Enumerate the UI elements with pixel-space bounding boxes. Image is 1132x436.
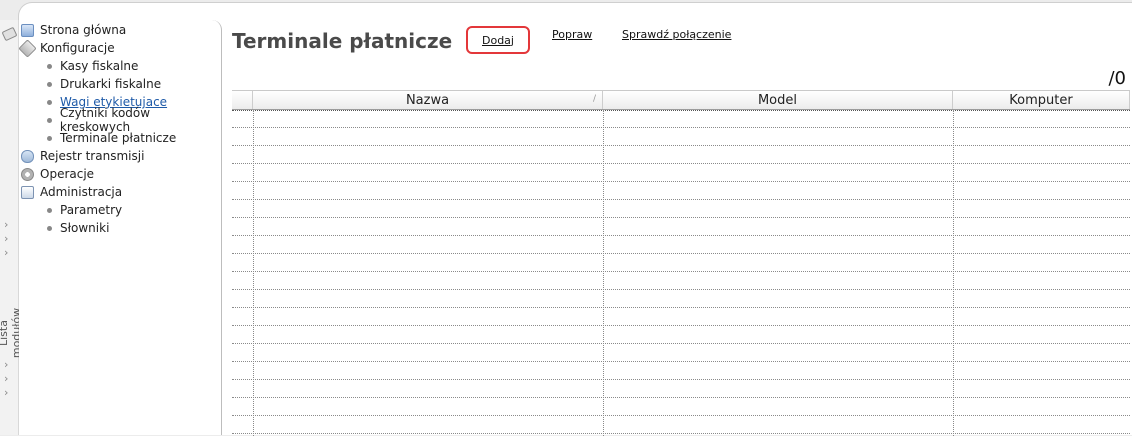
chevron-right-icon: › — [4, 218, 9, 231]
bullet-icon — [47, 225, 52, 231]
table-row[interactable] — [232, 128, 1130, 146]
record-counter: /0 — [1108, 68, 1126, 89]
nav-item-operacje[interactable]: Operacje — [21, 165, 94, 183]
nav-item-administracja[interactable]: Administracja — [21, 183, 122, 201]
table-row[interactable] — [232, 110, 1130, 128]
pin-icon[interactable] — [1, 26, 18, 42]
nav-item-label: Administracja — [40, 185, 123, 199]
nav-subitem-label: Terminale płatnicze — [60, 131, 177, 145]
chevron-right-icon: › — [4, 358, 9, 371]
table-row[interactable] — [232, 344, 1130, 362]
table-row[interactable] — [232, 380, 1130, 398]
table-row[interactable] — [232, 254, 1130, 272]
register-icon — [21, 149, 34, 163]
gear-icon — [21, 167, 34, 181]
page-title: Terminale płatnicze — [232, 29, 453, 53]
nav-subitem-drukarki-fiskalne[interactable]: Drukarki fiskalne — [47, 75, 161, 93]
settings-icon — [18, 38, 37, 58]
table-row[interactable] — [232, 308, 1130, 326]
nav-subitem-label: Drukarki fiskalne — [60, 77, 162, 91]
modules-side-strip[interactable]: › › › Lista modułów › › › — [0, 20, 23, 435]
bullet-icon — [47, 207, 52, 213]
nav-item-label: Rejestr transmisji — [40, 149, 145, 163]
table-row[interactable] — [232, 146, 1130, 164]
table-row[interactable] — [232, 398, 1130, 416]
table-row[interactable] — [232, 218, 1130, 236]
bullet-icon — [47, 135, 52, 141]
sort-icon: / — [592, 94, 596, 104]
nav-subitem-slowniki[interactable]: Słowniki — [47, 219, 109, 237]
chevron-right-icon: › — [4, 246, 9, 259]
nav-item-konfiguracje[interactable]: Konfiguracje — [18, 38, 115, 58]
table-row[interactable] — [232, 182, 1130, 200]
nav-subitem-parametry[interactable]: Parametry — [47, 201, 122, 219]
navigation-tree: Strona główna Konfiguracje Kasy fiskalne… — [18, 20, 222, 435]
bullet-icon — [47, 117, 52, 123]
chevron-right-icon: › — [4, 372, 9, 385]
home-icon — [21, 23, 34, 37]
chevron-right-icon: › — [4, 386, 9, 399]
nav-item-rejestr[interactable]: Rejestr transmisji — [21, 147, 144, 165]
table-row[interactable] — [232, 164, 1130, 182]
nav-subitem-label: Słowniki — [60, 221, 110, 235]
bullet-icon — [47, 81, 52, 87]
check-connection-button[interactable]: Sprawdź połączenie — [622, 28, 731, 41]
table-row[interactable] — [232, 272, 1130, 290]
nav-subitem-label: Parametry — [60, 203, 123, 217]
table-row[interactable] — [232, 290, 1130, 308]
nav-item-home[interactable]: Strona główna — [21, 21, 126, 39]
table-row[interactable] — [232, 200, 1130, 218]
table-row[interactable] — [232, 416, 1130, 434]
nav-item-label: Operacje — [40, 167, 95, 181]
admin-icon — [21, 185, 34, 199]
nav-subitem-terminale[interactable]: Terminale płatnicze — [47, 129, 176, 147]
nav-item-label: Strona główna — [40, 23, 127, 37]
column-divider — [253, 110, 254, 436]
column-divider — [953, 110, 954, 436]
table-row[interactable] — [232, 362, 1130, 380]
column-header-model[interactable]: Model — [603, 91, 953, 109]
row-selector-header[interactable] — [232, 91, 253, 109]
add-button[interactable]: Dodaj — [466, 26, 530, 54]
nav-subitem-czytniki[interactable]: Czytniki kodów kreskowych — [47, 106, 221, 134]
chevron-right-icon: › — [4, 232, 9, 245]
column-divider — [603, 110, 604, 436]
bullet-icon — [47, 99, 52, 105]
main-content: Terminale płatnicze Dodaj Popraw Sprawdź… — [222, 20, 1132, 436]
table-row[interactable] — [232, 236, 1130, 254]
column-header-nazwa[interactable]: Nazwa / — [253, 91, 603, 109]
nav-item-label: Konfiguracje — [40, 41, 115, 55]
column-header-komputer[interactable]: Komputer — [953, 91, 1130, 109]
nav-subitem-kasy-fiskalne[interactable]: Kasy fiskalne — [47, 57, 138, 75]
nav-subitem-label: Kasy fiskalne — [60, 59, 139, 73]
table-row[interactable] — [232, 326, 1130, 344]
table-header: Nazwa / Model Komputer — [232, 91, 1130, 110]
window-top-bar — [0, 0, 1132, 33]
bullet-icon — [47, 63, 52, 69]
terminals-table[interactable]: Nazwa / Model Komputer — [232, 90, 1130, 436]
edit-button[interactable]: Popraw — [552, 28, 592, 41]
